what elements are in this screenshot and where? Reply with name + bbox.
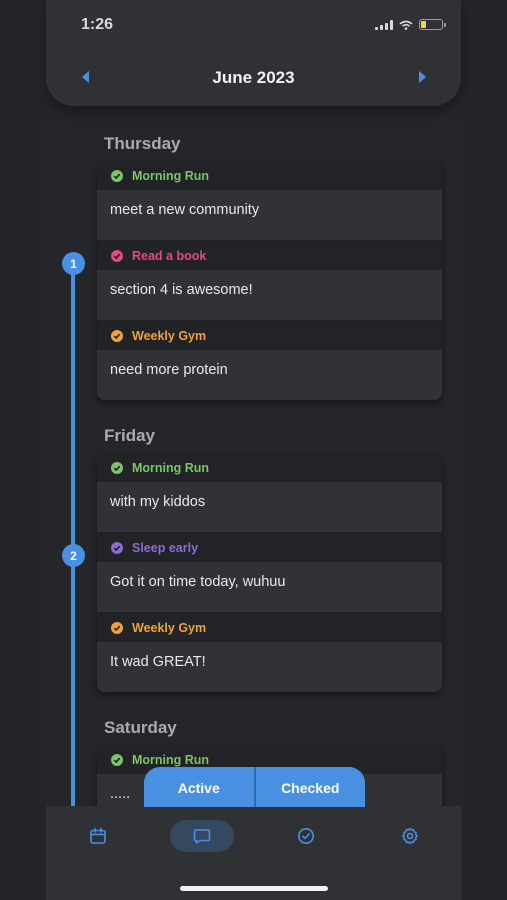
check-icon <box>111 754 123 766</box>
day-entries-friday: Morning Run with my kiddos Sleep early G… <box>97 454 442 692</box>
next-month-button[interactable] <box>419 71 426 83</box>
entry-card[interactable]: Sleep early Got it on time today, wuhuu <box>97 534 442 614</box>
filter-segmented-control: Active Checked <box>144 767 365 807</box>
wifi-icon <box>399 20 413 30</box>
cellular-signal-icon <box>375 19 393 30</box>
calendar-icon <box>90 827 106 844</box>
entry-card[interactable]: Weekly Gym It wad GREAT! <box>97 614 442 692</box>
settings-icon <box>402 827 418 845</box>
habit-name: Morning Run <box>132 753 210 767</box>
entry-card[interactable]: Weekly Gym need more protein <box>97 322 442 400</box>
day-label-friday: Friday <box>104 426 156 445</box>
check-icon <box>111 622 123 634</box>
entry-card[interactable]: Morning Run meet a new community <box>97 162 442 242</box>
header: 1:26 June 2023 <box>46 0 461 106</box>
bottom-tab-bar <box>46 806 461 900</box>
habit-name: Weekly Gym <box>132 621 207 635</box>
entry-note: It wad GREAT! <box>97 642 442 692</box>
habit-name: Morning Run <box>132 461 210 475</box>
active-tab-button[interactable]: Active <box>144 767 254 807</box>
habit-name: Read a book <box>132 249 207 263</box>
check-icon <box>111 250 123 262</box>
battery-icon <box>419 19 446 30</box>
check-icon <box>111 542 123 554</box>
home-indicator <box>180 886 328 891</box>
background-right <box>461 0 507 900</box>
check-icon <box>111 462 123 474</box>
habit-name: Sleep early <box>132 541 199 555</box>
month-title: June 2023 <box>212 68 295 87</box>
entry-card[interactable]: Morning Run with my kiddos <box>97 454 442 534</box>
status-icons <box>375 19 446 30</box>
tab-checked[interactable] <box>274 820 338 852</box>
timeline-marker: 2 <box>62 544 85 567</box>
entry-note: section 4 is awesome! <box>97 270 442 320</box>
entry-note: need more protein <box>97 350 442 400</box>
entry-note: meet a new community <box>97 190 442 240</box>
habit-name: Weekly Gym <box>132 329 207 343</box>
timeline-line <box>71 263 75 806</box>
tab-settings[interactable] <box>378 820 442 852</box>
entry-note: with my kiddos <box>97 482 442 532</box>
habit-name: Morning Run <box>132 169 210 183</box>
timeline-content[interactable]: 1 2 Thursday Morning Run meet a new comm… <box>46 106 461 806</box>
chat-icon <box>193 829 211 844</box>
checked-tab-button[interactable]: Checked <box>253 767 366 807</box>
day-entries-thursday: Morning Run meet a new community Read a … <box>97 162 442 400</box>
status-time: 1:26 <box>81 16 114 33</box>
entry-card[interactable]: Read a book section 4 is awesome! <box>97 242 442 322</box>
day-label-thursday: Thursday <box>104 134 181 153</box>
check-icon <box>111 170 123 182</box>
tab-calendar[interactable] <box>66 820 130 852</box>
timeline-marker: 1 <box>62 252 85 275</box>
day-label-saturday: Saturday <box>104 718 177 737</box>
entry-note: Got it on time today, wuhuu <box>97 562 442 612</box>
check-circle-icon <box>298 828 314 844</box>
background-left <box>0 0 46 900</box>
check-icon <box>111 330 123 342</box>
tab-notes[interactable] <box>170 820 234 852</box>
